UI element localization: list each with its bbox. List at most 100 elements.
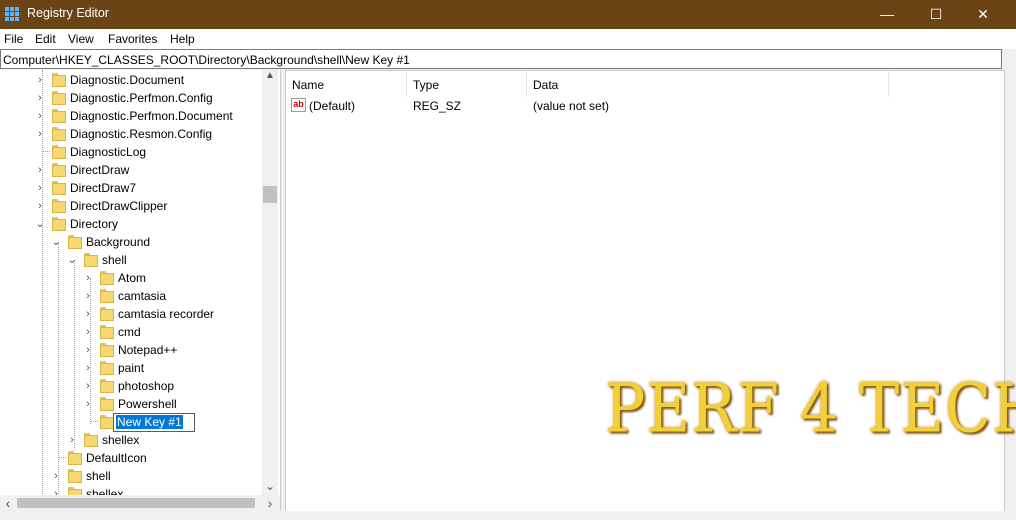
expand-chevron-icon[interactable]: › <box>82 323 94 341</box>
tree-vertical-scrollbar[interactable]: ▲ ⌄ <box>262 70 278 495</box>
column-divider[interactable] <box>526 71 527 97</box>
expand-chevron-icon[interactable]: › <box>34 71 46 89</box>
expand-chevron-icon[interactable]: › <box>34 89 46 107</box>
tree-item[interactable]: › Diagnostic.Document <box>0 71 262 89</box>
expand-chevron-icon[interactable]: › <box>34 107 46 125</box>
scroll-thumb[interactable] <box>17 498 255 508</box>
folder-icon <box>100 361 114 375</box>
tree-item-label: Diagnostic.Perfmon.Document <box>70 109 233 123</box>
tree-item[interactable]: › camtasia recorder <box>0 305 262 323</box>
folder-icon <box>68 451 82 465</box>
collapse-chevron-icon[interactable]: ⌄ <box>34 215 46 233</box>
maximize-button[interactable]: ☐ <box>913 0 959 29</box>
folder-icon <box>68 469 82 483</box>
tree-item-label: DefaultIcon <box>86 451 147 465</box>
tree-item[interactable]: › shell <box>0 467 262 485</box>
tree-item[interactable]: › Notepad++ <box>0 341 262 359</box>
menu-file[interactable]: File <box>4 32 23 46</box>
tree-item[interactable]: › Powershell <box>0 395 262 413</box>
tree-item[interactable]: ⌄ Background <box>0 233 262 251</box>
expand-chevron-icon[interactable]: › <box>34 179 46 197</box>
scroll-down-icon[interactable]: ⌄ <box>264 479 276 493</box>
menu-help[interactable]: Help <box>170 32 195 46</box>
menu-edit[interactable]: Edit <box>35 32 56 46</box>
column-header-data[interactable]: Data <box>533 78 558 92</box>
scroll-thumb[interactable] <box>263 186 277 203</box>
registry-editor-icon <box>5 7 19 21</box>
collapse-chevron-icon[interactable]: ⌄ <box>50 233 62 251</box>
tree-item[interactable]: DiagnosticLog <box>0 143 262 161</box>
title-bar: Registry Editor — ☐ ✕ <box>0 0 1016 29</box>
menu-view[interactable]: View <box>68 32 94 46</box>
scroll-right-icon[interactable]: › <box>265 495 275 511</box>
scroll-up-icon[interactable]: ▲ <box>264 70 276 81</box>
tree-item[interactable]: › cmd <box>0 323 262 341</box>
tree-item[interactable]: › paint <box>0 359 262 377</box>
tree-item[interactable]: › Diagnostic.Resmon.Config <box>0 125 262 143</box>
folder-icon <box>68 235 82 249</box>
folder-icon <box>100 307 114 321</box>
tree-item-label: Notepad++ <box>118 343 178 357</box>
tree-item[interactable]: ⌄ Directory <box>0 215 262 233</box>
expand-chevron-icon[interactable]: › <box>82 395 94 413</box>
column-divider[interactable] <box>406 71 407 97</box>
expand-chevron-icon[interactable]: › <box>82 269 94 287</box>
column-divider[interactable] <box>888 71 889 97</box>
window-title: Registry Editor <box>27 6 109 20</box>
column-header-type[interactable]: Type <box>413 78 439 92</box>
tree-item-label: Diagnostic.Resmon.Config <box>70 127 213 141</box>
folder-icon <box>100 271 114 285</box>
tree-item[interactable]: › Diagnostic.Perfmon.Config <box>0 89 262 107</box>
expand-chevron-icon[interactable]: › <box>82 341 94 359</box>
tree-item[interactable]: ⌄ shell <box>0 251 262 269</box>
minimize-button[interactable]: — <box>864 0 910 29</box>
expand-chevron-icon[interactable]: › <box>34 197 46 215</box>
collapse-chevron-icon[interactable]: ⌄ <box>66 251 78 269</box>
tree-item-label: shell <box>86 469 111 483</box>
key-tree: › Diagnostic.Document › Diagnostic.Perfm… <box>0 70 281 518</box>
column-header-name[interactable]: Name <box>292 78 324 92</box>
tree-item[interactable]: › camtasia <box>0 287 262 305</box>
tree-item-label: Background <box>86 235 151 249</box>
tree-item[interactable]: › photoshop <box>0 377 262 395</box>
folder-icon <box>100 289 114 303</box>
expand-chevron-icon[interactable]: › <box>66 431 78 449</box>
tree-item-label: DirectDraw7 <box>70 181 137 195</box>
expand-chevron-icon[interactable]: › <box>82 287 94 305</box>
tree-item-label: Atom <box>118 271 147 285</box>
tree-horizontal-scrollbar[interactable]: ‹ › <box>0 495 280 511</box>
tree-item-label: Powershell <box>118 397 177 411</box>
menu-favorites[interactable]: Favorites <box>108 32 157 46</box>
tree-item[interactable]: › DirectDraw <box>0 161 262 179</box>
address-bar[interactable]: Computer\HKEY_CLASSES_ROOT\Directory\Bac… <box>0 49 1002 69</box>
expand-chevron-icon[interactable]: › <box>82 359 94 377</box>
expand-chevron-icon[interactable]: › <box>34 161 46 179</box>
expand-chevron-icon[interactable]: › <box>50 467 62 485</box>
tree-item[interactable]: › Atom <box>0 269 262 287</box>
close-button[interactable]: ✕ <box>960 0 1006 29</box>
tree-item[interactable]: › DirectDraw7 <box>0 179 262 197</box>
tree-item-label: shellex <box>102 433 140 447</box>
tree-item[interactable]: › DirectDrawClipper <box>0 197 262 215</box>
tree-item-label: shell <box>102 253 127 267</box>
folder-icon <box>52 163 66 177</box>
expand-chevron-icon[interactable]: › <box>82 377 94 395</box>
value-name: (Default) <box>309 99 356 113</box>
expand-chevron-icon[interactable]: › <box>34 125 46 143</box>
tree-item[interactable]: › shellex <box>0 431 262 449</box>
folder-icon <box>52 199 66 213</box>
tree-item-label: cmd <box>118 325 141 339</box>
tree-item-label: Diagnostic.Perfmon.Config <box>70 91 213 105</box>
value-data: (value not set) <box>533 99 610 113</box>
tree-item[interactable]: DefaultIcon <box>0 449 262 467</box>
tree-item[interactable]: › Diagnostic.Perfmon.Document <box>0 107 262 125</box>
scroll-left-icon[interactable]: ‹ <box>3 495 13 511</box>
value-type: REG_SZ <box>413 99 462 113</box>
window-bottom-edge <box>0 511 1016 520</box>
expand-chevron-icon[interactable]: › <box>82 305 94 323</box>
rename-key-input[interactable]: New Key #1 <box>113 413 195 432</box>
folder-icon <box>52 127 66 141</box>
folder-icon <box>52 181 66 195</box>
folder-icon <box>52 91 66 105</box>
tree-item-new-key[interactable]: New Key #1 <box>0 413 262 432</box>
